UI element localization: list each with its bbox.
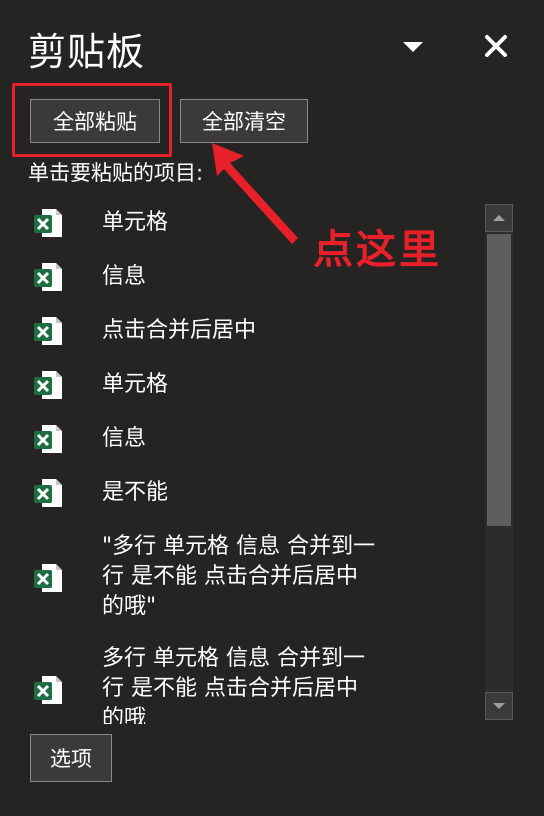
excel-file-icon: [34, 479, 62, 507]
clipboard-item-label: "多行 单元格 信息 合并到一 行 是不能 点击合并后居中 的哦": [102, 534, 376, 619]
clipboard-item[interactable]: 多行 单元格 信息 合并到一 行 是不能 点击合并后居中 的哦: [0, 644, 484, 724]
instruction-text: 单击要粘贴的项目:: [28, 161, 204, 185]
clipboard-item[interactable]: 信息: [0, 258, 484, 296]
clipboard-item[interactable]: 点击合并后居中: [0, 312, 484, 350]
clipboard-item-label: 是不能: [102, 480, 169, 505]
excel-file-icon: [34, 371, 62, 399]
clipboard-item-label: 单元格: [102, 372, 169, 397]
chevron-down-icon: [493, 703, 505, 709]
excel-file-icon: [34, 425, 62, 453]
scrollbar[interactable]: [485, 204, 513, 720]
excel-file-icon: [34, 317, 62, 345]
clipboard-item-label: 信息: [102, 426, 147, 451]
excel-file-icon: [34, 564, 62, 592]
options-button[interactable]: 选项: [30, 734, 112, 782]
clipboard-item[interactable]: 信息: [0, 420, 484, 458]
clipboard-item[interactable]: 单元格: [0, 204, 484, 242]
scroll-down-button[interactable]: [485, 692, 513, 720]
excel-file-icon: [34, 676, 62, 704]
clipboard-item-label: 信息: [102, 264, 147, 289]
clipboard-item-label: 单元格: [102, 210, 169, 235]
clipboard-item-list: 单元格 信息 点击合并后居中 单元格 信息 是不能 "多行 单元格 信息 合并到…: [0, 196, 484, 724]
clipboard-item[interactable]: 是不能: [0, 474, 484, 512]
excel-file-icon: [34, 209, 62, 237]
clipboard-item-label: 多行 单元格 信息 合并到一 行 是不能 点击合并后居中 的哦: [102, 646, 365, 724]
excel-file-icon: [34, 263, 62, 291]
scroll-up-button[interactable]: [485, 204, 513, 232]
clipboard-item[interactable]: 单元格: [0, 366, 484, 404]
clipboard-item-label: 点击合并后居中: [102, 318, 257, 343]
chevron-up-icon: [493, 215, 505, 221]
clipboard-item[interactable]: "多行 单元格 信息 合并到一 行 是不能 点击合并后居中 的哦": [0, 532, 484, 628]
scrollbar-thumb[interactable]: [487, 234, 511, 526]
